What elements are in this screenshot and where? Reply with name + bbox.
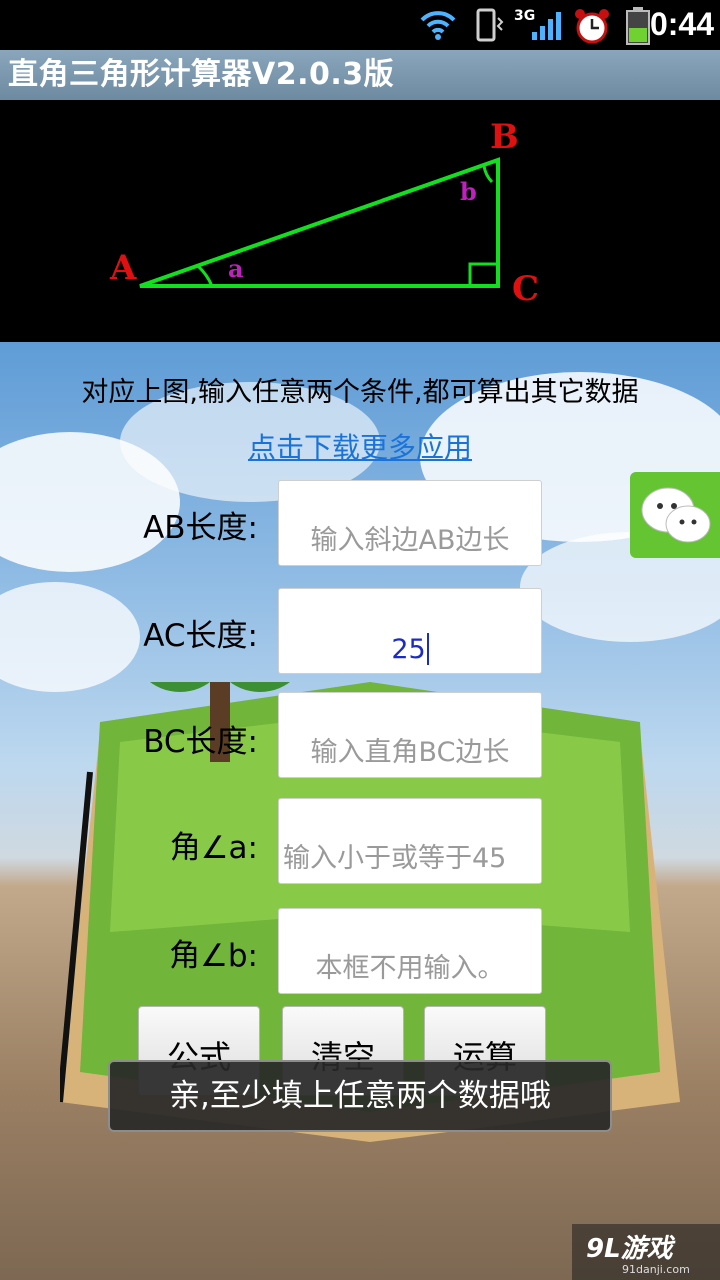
- ac-length-input[interactable]: 25: [278, 588, 542, 674]
- ac-length-label: AC长度:: [143, 618, 258, 654]
- angle-a-placeholder: 输入小于或等于45: [283, 843, 507, 874]
- angle-a-input[interactable]: 输入小于或等于45: [278, 798, 542, 884]
- angle-a-arc: [196, 264, 214, 287]
- app-title: 直角三角形计算器V2.0.3版: [8, 57, 395, 92]
- triangle-diagram: A B C a b: [0, 100, 720, 342]
- bc-length-placeholder: 输入直角BC边长: [310, 737, 510, 768]
- site-watermark: 9L游戏 91danji.com: [572, 1224, 720, 1280]
- angle-b-label: b: [460, 177, 477, 206]
- battery-icon: [626, 7, 650, 45]
- angle-b-input[interactable]: 本框不用输入。: [278, 908, 542, 994]
- wifi-icon: [420, 11, 456, 40]
- vibrate-icon: [476, 8, 504, 42]
- vertex-c-label: C: [512, 269, 539, 309]
- ab-length-placeholder: 输入斜边AB边长: [310, 525, 510, 556]
- instruction-text: 对应上图,输入任意两个条件,都可算出其它数据: [81, 377, 639, 408]
- bc-length-input[interactable]: 输入直角BC边长: [278, 692, 542, 778]
- toast-message: 亲,至少填上任意两个数据哦: [108, 1060, 612, 1132]
- triangle-outline: [139, 157, 500, 288]
- angle-b-placeholder: 本框不用输入。: [315, 953, 505, 984]
- ab-length-label: AB长度:: [143, 510, 258, 546]
- signal-icon: [532, 12, 561, 40]
- watermark-url: 91danji.com: [622, 1263, 690, 1276]
- clock: 0:44: [649, 6, 714, 42]
- text-cursor: [426, 633, 429, 665]
- ac-length-value: 25: [391, 634, 426, 665]
- ab-length-input[interactable]: 输入斜边AB边长: [278, 480, 542, 566]
- watermark-logo-text: 9L游戏: [586, 1234, 673, 1264]
- alarm-icon: [575, 9, 609, 44]
- vertex-a-label: A: [109, 248, 137, 288]
- app-title-bar: 直角三角形计算器V2.0.3版: [0, 50, 720, 100]
- vertex-b-label: B: [490, 117, 519, 157]
- angle-b-field-label: 角∠b:: [169, 938, 258, 974]
- download-more-apps-link[interactable]: 点击下载更多应用: [0, 426, 720, 466]
- right-angle-mark: [468, 262, 498, 286]
- status-bar: 3G 0:44: [0, 0, 720, 50]
- triangle-figure: A B C a b: [109, 117, 539, 309]
- angle-a-label: a: [228, 254, 244, 283]
- angle-a-field-label: 角∠a:: [169, 830, 258, 866]
- wechat-icon: [641, 487, 711, 543]
- wechat-share-button[interactable]: [630, 472, 720, 558]
- bc-length-label: BC长度:: [143, 724, 258, 760]
- angle-b-arc: [482, 165, 494, 184]
